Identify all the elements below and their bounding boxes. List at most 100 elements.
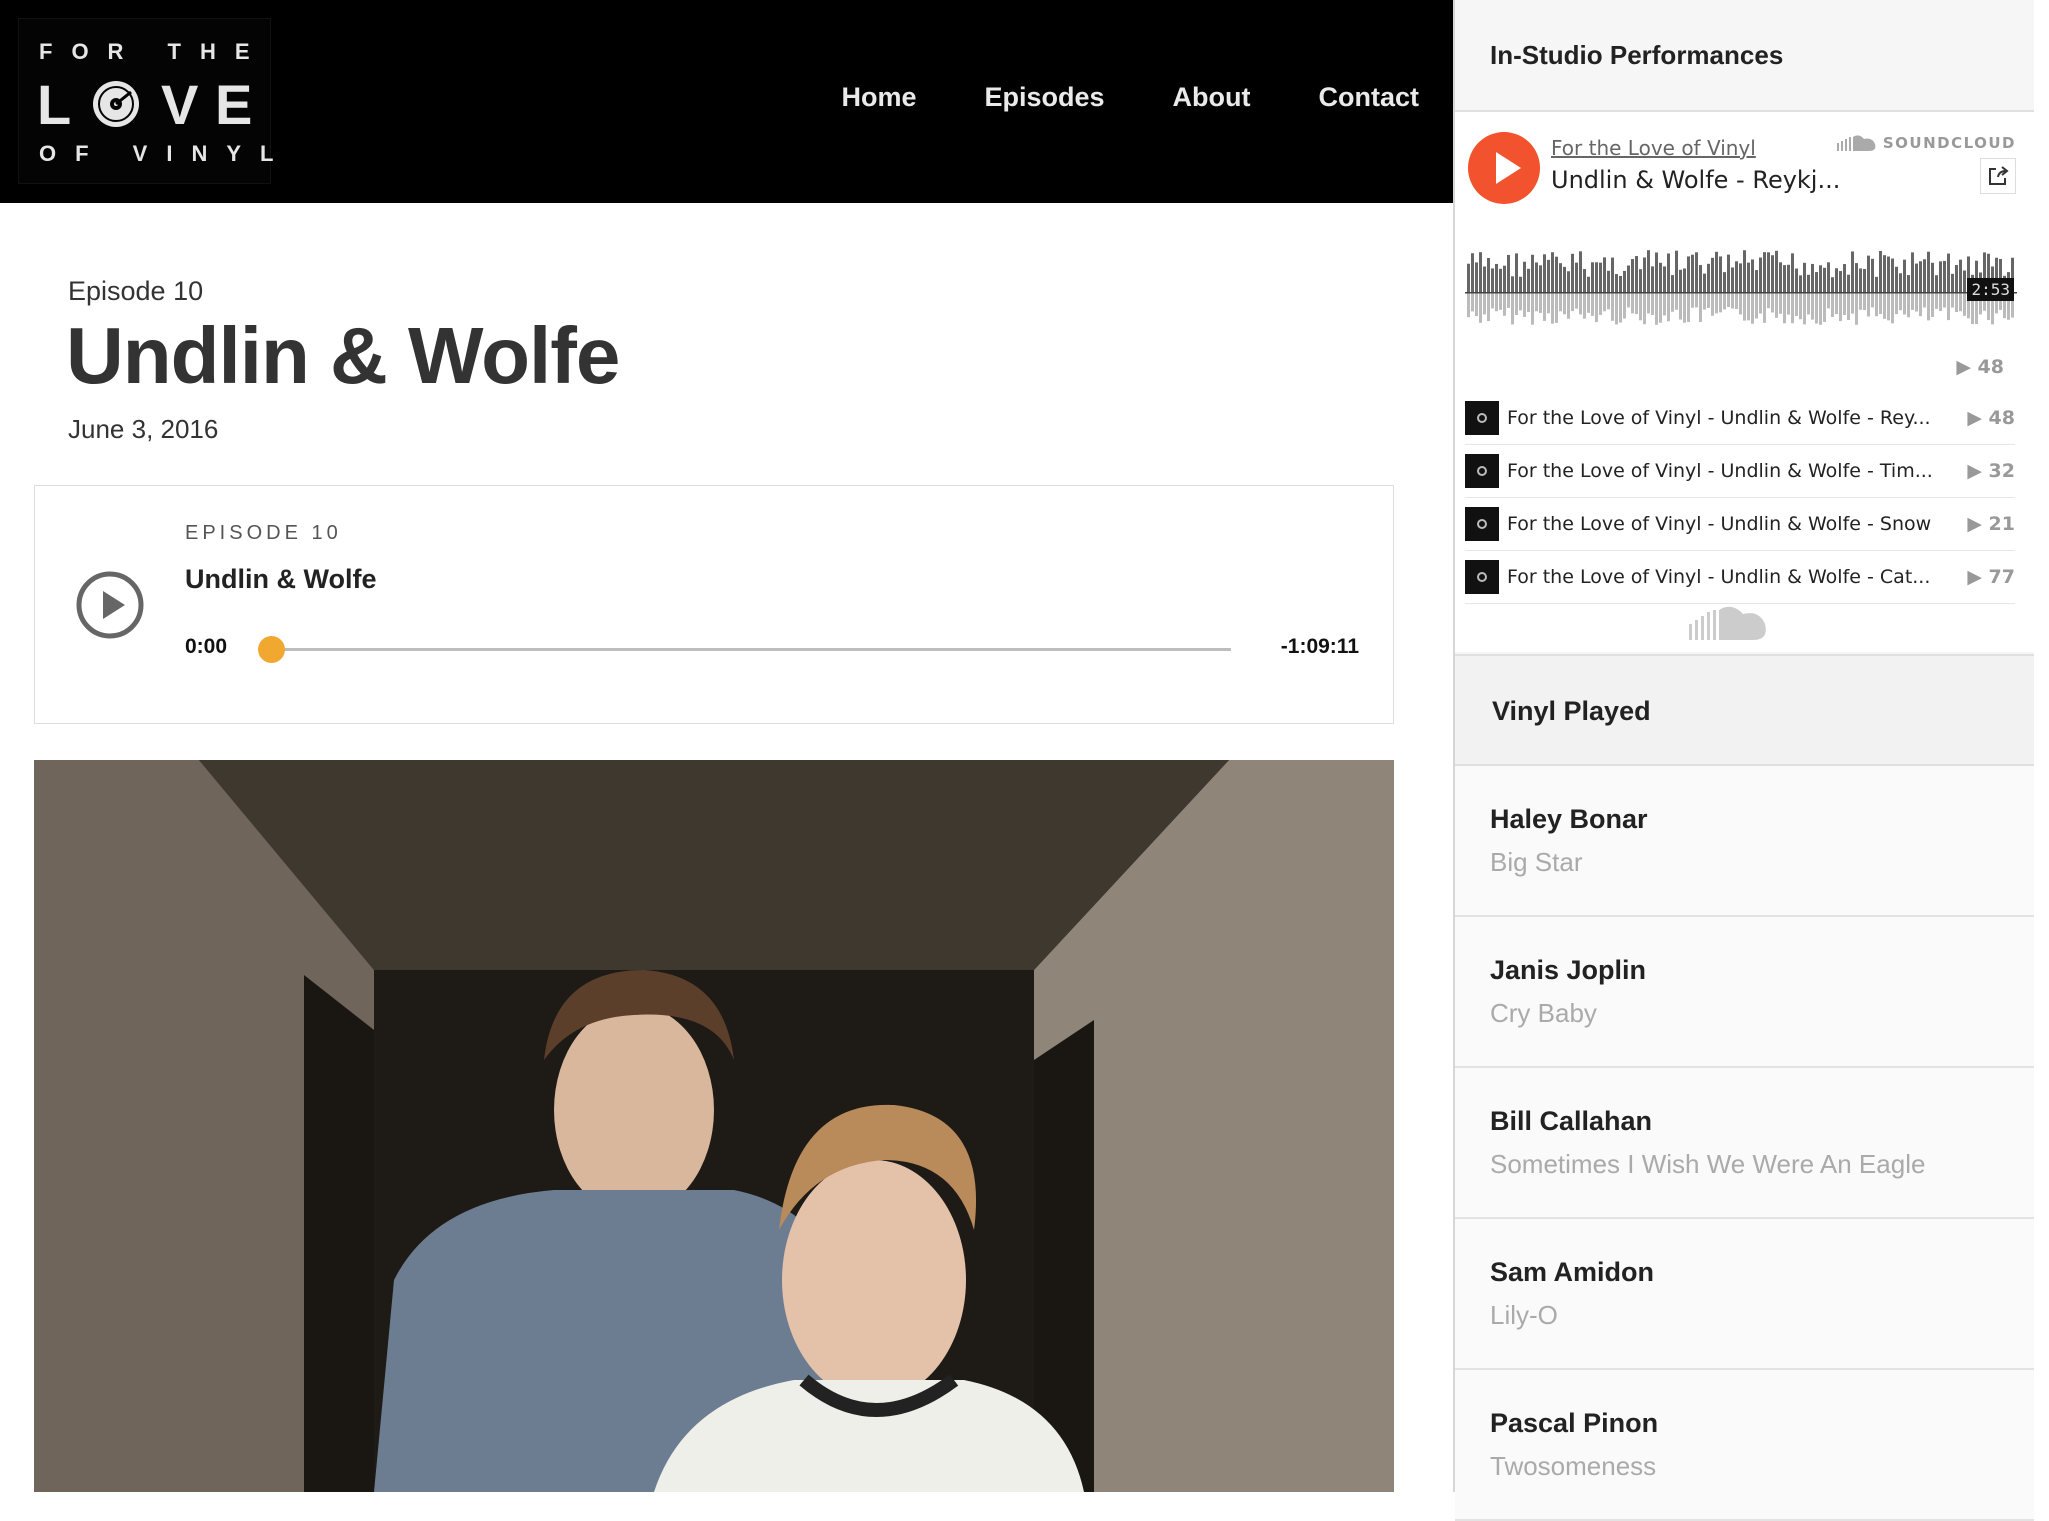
- waveform-bar: [1919, 261, 1922, 292]
- waveform-bar-reflection: [1559, 293, 1562, 312]
- waveform-bar: [1815, 272, 1818, 292]
- soundcloud-play-icon[interactable]: [1467, 131, 1541, 205]
- waveform-bar-reflection: [1575, 293, 1578, 309]
- waveform-bar: [1603, 257, 1606, 292]
- waveform-bar-reflection: [1751, 293, 1754, 324]
- logo-line-of-vinyl: OF VINYL: [39, 141, 293, 166]
- track-row-plays: ▶ 32: [1967, 460, 2015, 482]
- nav-home[interactable]: Home: [841, 82, 916, 113]
- player-seek-bar[interactable]: [258, 636, 1231, 663]
- waveform-bar: [1951, 273, 1954, 292]
- waveform-bar: [1807, 274, 1810, 292]
- track-row-title: For the Love of Vinyl - Undlin & Wolfe -…: [1507, 513, 1932, 535]
- play-icon[interactable]: [75, 570, 145, 640]
- waveform-bar: [1499, 268, 1502, 292]
- waveform-bar-reflection: [1479, 293, 1482, 323]
- waveform-bar-reflection: [1647, 293, 1650, 314]
- waveform-bar: [1939, 261, 1942, 292]
- soundcloud-brand[interactable]: SOUNDCLOUD: [1836, 134, 2016, 152]
- nav-episodes[interactable]: Episodes: [984, 82, 1104, 113]
- player-seek-handle[interactable]: [258, 636, 285, 663]
- waveform-bar-reflection: [1899, 293, 1902, 311]
- soundcloud-track-list: For the Love of Vinyl - Undlin & Wolfe -…: [1465, 392, 2015, 604]
- vinyl-artist: Sam Amidon: [1490, 1257, 1655, 1287]
- vinyl-song: Lily-O: [1490, 1300, 1558, 1330]
- waveform-bar-reflection: [1867, 293, 1870, 317]
- waveform-bar: [1687, 256, 1690, 292]
- waveform-bar-reflection: [1707, 293, 1710, 308]
- soundcloud-logo-icon[interactable]: [1687, 602, 1771, 644]
- nav-about[interactable]: About: [1173, 82, 1251, 113]
- waveform-bar: [1659, 262, 1662, 292]
- waveform-bar: [1479, 252, 1482, 292]
- vinyl-artist: Bill Callahan: [1490, 1106, 1653, 1136]
- waveform-bar: [1483, 266, 1486, 292]
- waveform-bar: [1751, 259, 1754, 292]
- waveform-bar-reflection: [1715, 293, 1718, 314]
- waveform-bar: [1599, 262, 1602, 292]
- waveform-bar-reflection: [1863, 293, 1866, 311]
- waveform-bar: [1559, 263, 1562, 292]
- soundcloud-waveform[interactable]: [1465, 232, 2017, 332]
- track-thumbnail: [1465, 560, 1499, 594]
- soundcloud-track-row[interactable]: For the Love of Vinyl - Undlin & Wolfe -…: [1465, 498, 2015, 551]
- waveform-bar: [1899, 273, 1902, 292]
- waveform-bar-reflection: [1551, 293, 1554, 324]
- soundcloud-track-title[interactable]: Undlin & Wolfe - Reykj...: [1551, 166, 1840, 194]
- waveform-bar: [1531, 254, 1534, 292]
- soundcloud-share-button[interactable]: [1980, 158, 2016, 194]
- soundcloud-track-row[interactable]: For the Love of Vinyl - Undlin & Wolfe -…: [1465, 551, 2015, 604]
- vinyl-list-item: Bill Callahan Sometimes I Wish We Were A…: [1455, 1068, 2034, 1219]
- waveform-bar-reflection: [1783, 293, 1786, 324]
- waveform-bar-reflection: [1727, 293, 1730, 308]
- waveform-bar: [1631, 259, 1634, 292]
- waveform-bar-reflection: [1959, 293, 1962, 312]
- waveform-bar: [1823, 267, 1826, 292]
- waveform-bar-reflection: [1671, 293, 1674, 312]
- soundcloud-track-row[interactable]: For the Love of Vinyl - Undlin & Wolfe -…: [1465, 445, 2015, 498]
- waveform-bar: [1671, 275, 1674, 292]
- waveform-bar: [1959, 259, 1962, 292]
- waveform-bar-reflection: [1519, 293, 1522, 311]
- waveform-bar-reflection: [1807, 293, 1810, 315]
- waveform-bar-reflection: [1571, 293, 1574, 312]
- waveform-bar-reflection: [1887, 293, 1890, 321]
- waveform-bar: [1895, 266, 1898, 292]
- soundcloud-duration: 2:53: [1967, 278, 2014, 301]
- waveform-bar: [1651, 266, 1654, 292]
- waveform-bar: [1963, 270, 1966, 292]
- waveform-bar-reflection: [1523, 293, 1526, 317]
- waveform-bar-reflection: [1599, 293, 1602, 315]
- waveform-bar-reflection: [1615, 293, 1618, 325]
- waveform-bar-reflection: [1711, 293, 1714, 316]
- waveform-bar-reflection: [1687, 293, 1690, 322]
- waveform-bar: [1935, 275, 1938, 292]
- soundcloud-track-row[interactable]: For the Love of Vinyl - Undlin & Wolfe -…: [1465, 392, 2015, 445]
- waveform-bar-reflection: [1883, 293, 1886, 319]
- nav-contact[interactable]: Contact: [1319, 82, 1420, 113]
- track-thumbnail: [1465, 454, 1499, 488]
- waveform-bar-reflection: [1531, 293, 1534, 325]
- waveform-bar: [1587, 276, 1590, 292]
- waveform-bar: [1867, 255, 1870, 292]
- waveform-bar-reflection: [1759, 293, 1762, 314]
- waveform-bar-reflection: [1563, 293, 1566, 315]
- waveform-bar-reflection: [1587, 293, 1590, 313]
- waveform-bar: [1891, 258, 1894, 292]
- waveform-bar-reflection: [1503, 293, 1506, 316]
- main-nav: Home Episodes About Contact: [841, 82, 1419, 113]
- waveform-bar-reflection: [1567, 293, 1570, 319]
- waveform-bar: [1507, 254, 1510, 292]
- waveform-bar-reflection: [1487, 293, 1490, 322]
- track-row-plays: ▶ 48: [1967, 407, 2015, 429]
- track-row-title: For the Love of Vinyl - Undlin & Wolfe -…: [1507, 460, 1933, 482]
- soundcloud-user-link[interactable]: For the Love of Vinyl: [1551, 136, 1756, 160]
- vinyl-list-item: Janis Joplin Cry Baby: [1455, 917, 2034, 1068]
- waveform-bar-reflection: [1771, 293, 1774, 313]
- player-episode-label: EPISODE 10: [185, 522, 342, 544]
- waveform-bar-reflection: [1659, 293, 1662, 323]
- waveform-bar-reflection: [1627, 293, 1630, 308]
- vinyl-record-icon: [93, 81, 139, 127]
- vinyl-list-item: Pascal Pinon Twosomeness: [1455, 1370, 2034, 1521]
- site-logo[interactable]: FOR THE L V E OF VINYL: [18, 18, 293, 184]
